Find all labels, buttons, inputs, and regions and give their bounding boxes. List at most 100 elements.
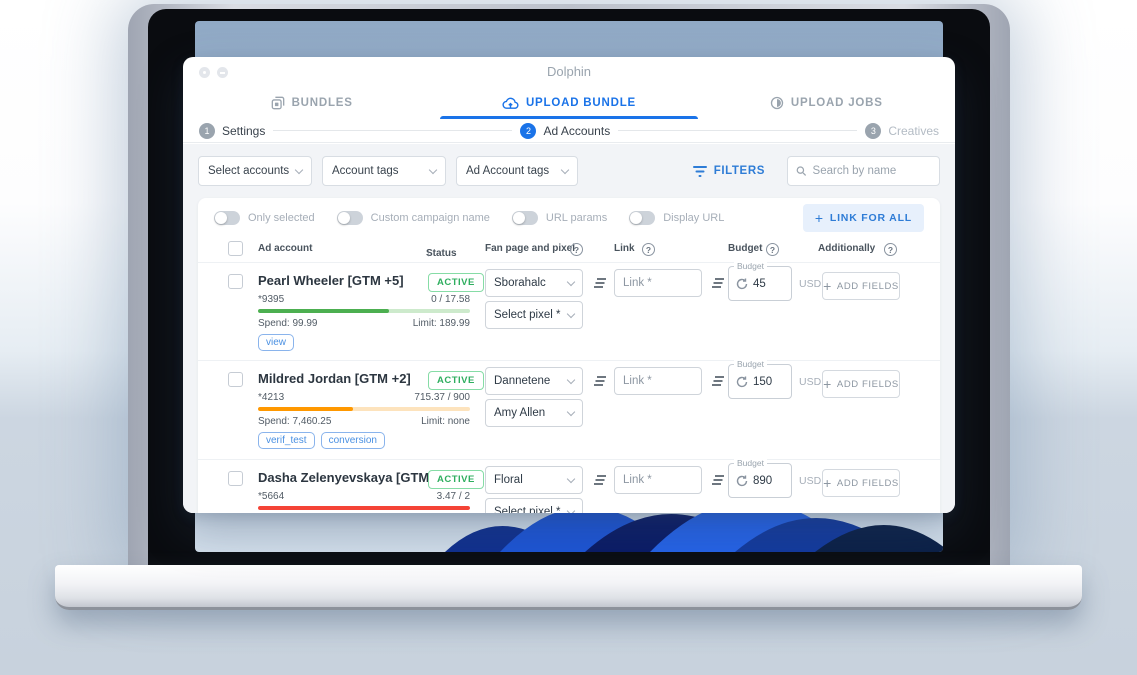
fan-page-select[interactable]: Dannetene [485,367,583,395]
step-settings[interactable]: 1 Settings [199,123,265,139]
app-window: Dolphin BUNDLES UPLOAD BUNDLE UPLOAD JOB… [183,57,955,513]
window-titlebar: Dolphin [183,57,955,87]
row-checkbox[interactable] [228,274,243,289]
budget-legend: Budget [734,261,767,271]
link-input[interactable] [614,466,702,494]
budget-value[interactable]: 890 [753,475,772,487]
apply-to-all-icon[interactable] [592,473,607,491]
chevron-down-icon [567,309,575,317]
fan-page-value: Sborahalc [494,277,546,289]
spend-progress-fill [258,407,353,411]
link-for-all-button[interactable]: + LINK FOR ALL [803,204,924,232]
tab-bar: BUNDLES UPLOAD BUNDLE UPLOAD JOBS [183,87,955,119]
usage-ratio: 715.37 / 900 [414,392,470,403]
help-icon[interactable]: ? [642,243,655,256]
switch-off-icon[interactable] [629,211,655,225]
window-control-close[interactable] [199,67,210,78]
chevron-down-icon [567,474,575,482]
account-tags-value: Account tags [332,165,398,177]
chevron-down-icon [567,407,575,415]
currency-label: USD [799,475,821,487]
step-1-label: Settings [222,124,265,138]
add-fields-button[interactable]: + ADD FIELDS [822,469,900,497]
fan-page-value: Dannetene [494,375,550,387]
pixel-select[interactable]: Select pixel * [485,301,583,329]
budget-field[interactable]: Budget 45 [728,266,792,301]
tab-upload-jobs[interactable]: UPLOAD JOBS [698,87,955,119]
link-input[interactable] [614,269,702,297]
ad-account-tags-dropdown[interactable]: Ad Account tags [456,156,578,186]
apply-to-all-icon[interactable] [592,374,607,392]
account-name: Mildred Jordan [GTM +2] [258,371,411,386]
plus-icon: + [815,211,824,225]
select-accounts-dropdown[interactable]: Select accounts [198,156,312,186]
apply-to-all-icon[interactable] [710,374,725,392]
select-all-checkbox[interactable] [228,241,243,256]
help-icon[interactable]: ? [570,243,583,256]
step-ad-accounts[interactable]: 2 Ad Accounts [520,123,610,139]
budget-field[interactable]: Budget 890 [728,463,792,498]
row-checkbox[interactable] [228,372,243,387]
fan-page-select[interactable]: Sborahalc [485,269,583,297]
switch-off-icon[interactable] [337,211,363,225]
link-input[interactable] [614,367,702,395]
account-tag[interactable]: verif_test [258,432,315,449]
account-tags-dropdown[interactable]: Account tags [322,156,446,186]
pixel-value: Amy Allen [494,407,545,419]
apply-to-all-icon[interactable] [710,473,725,491]
usage-ratio: 3.47 / 2 [437,491,470,502]
help-icon[interactable]: ? [884,243,897,256]
toggles-row: Only selected Custom campaign name URL p… [198,198,940,238]
plus-icon: + [823,476,832,490]
filters-button[interactable]: FILTERS [693,165,765,178]
toggle-display-url[interactable]: Display URL [629,211,724,225]
apply-to-all-icon[interactable] [592,276,607,294]
plus-icon: + [823,377,832,391]
status-badge: ACTIVE [428,371,484,390]
toggle-only-selected[interactable]: Only selected [214,211,315,225]
account-tag[interactable]: view [258,334,294,351]
spend-progress-bar [258,506,470,510]
row-checkbox[interactable] [228,471,243,486]
budget-field[interactable]: Budget 150 [728,364,792,399]
pixel-select[interactable]: Amy Allen [485,399,583,427]
switch-off-icon[interactable] [512,211,538,225]
usage-ratio: 0 / 17.58 [431,294,470,305]
window-title: Dolphin [183,57,955,87]
tab-upload-bundle-label: UPLOAD BUNDLE [526,97,636,109]
add-fields-button[interactable]: + ADD FIELDS [822,272,900,300]
cloud-upload-icon [502,96,519,111]
window-control-minimize[interactable] [217,67,228,78]
apply-to-all-icon[interactable] [710,276,725,294]
toggle-url-params[interactable]: URL params [512,211,607,225]
search-input[interactable] [813,165,931,177]
status-badge: ACTIVE [428,273,484,292]
pixel-select[interactable]: Select pixel * [485,498,583,513]
step-2-label: Ad Accounts [543,124,610,138]
spend-progress-bar [258,407,470,411]
help-icon[interactable]: ? [766,243,779,256]
add-fields-button[interactable]: + ADD FIELDS [822,370,900,398]
sync-icon[interactable] [736,376,748,388]
tab-upload-bundle[interactable]: UPLOAD BUNDLE [440,87,697,119]
sort-desc-icon: ↓ [426,248,431,259]
budget-value[interactable]: 45 [753,278,766,290]
limit-value: Limit: none [421,416,470,427]
switch-off-icon[interactable] [214,211,240,225]
fan-page-select[interactable]: Floral [485,466,583,494]
sync-icon[interactable] [736,475,748,487]
step-creatives[interactable]: 3 Creatives [865,123,939,139]
header-budget: Budget [728,243,762,254]
toggle-custom-campaign-name[interactable]: Custom campaign name [337,211,490,225]
header-link: Link [614,243,635,254]
table-header-row: Ad account Status ↓ Fan page and pixel ?… [198,238,940,262]
status-badge: ACTIVE [428,470,484,489]
account-tag[interactable]: conversion [321,432,385,449]
currency-label: USD [799,376,821,388]
budget-value[interactable]: 150 [753,376,772,388]
sync-icon[interactable] [736,278,748,290]
add-fields-label: ADD FIELDS [837,379,899,390]
tab-bundles[interactable]: BUNDLES [183,87,440,119]
select-accounts-value: Select accounts [208,165,289,177]
window-body: Select accounts Account tags Ad Account … [183,144,955,513]
